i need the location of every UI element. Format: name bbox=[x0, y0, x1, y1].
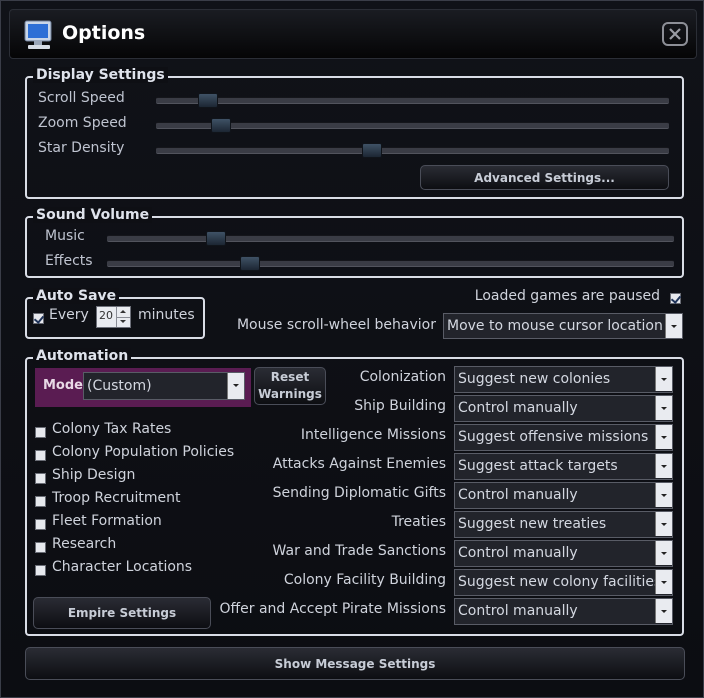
advanced-settings-button[interactable]: Advanced Settings... bbox=[420, 165, 669, 190]
intelligence-missions-label: Intelligence Missions bbox=[300, 427, 446, 443]
research-checkbox[interactable] bbox=[35, 542, 46, 553]
scroll-speed-thumb[interactable] bbox=[198, 93, 219, 108]
chevron-down-icon[interactable] bbox=[665, 314, 682, 338]
loaded-paused-label: Loaded games are paused bbox=[474, 288, 660, 304]
chevron-down-icon[interactable] bbox=[227, 373, 244, 399]
treaties-value: Suggest new treaties bbox=[458, 516, 607, 532]
war-trade-sanctions-value: Control manually bbox=[458, 545, 578, 561]
computer-icon bbox=[24, 20, 52, 49]
treaties-label: Treaties bbox=[391, 514, 446, 530]
colony-population-policies-label: Colony Population Policies bbox=[52, 444, 235, 460]
reset-warnings-line2: Warnings bbox=[258, 387, 322, 401]
colony-facility-building-select[interactable]: Suggest new colony facilities bbox=[454, 569, 673, 596]
treaties-select[interactable]: Suggest new treaties bbox=[454, 511, 673, 538]
auto-save-title: Auto Save bbox=[33, 288, 120, 304]
colony-facility-building-label: Colony Facility Building bbox=[283, 572, 446, 588]
window-title: Options bbox=[62, 22, 146, 44]
auto-save-every-label: Every bbox=[49, 307, 89, 323]
pirate-missions-label: Offer and Accept Pirate Missions bbox=[219, 601, 446, 617]
colony-tax-rates-checkbox[interactable] bbox=[35, 427, 46, 438]
music-thumb[interactable] bbox=[205, 231, 226, 246]
effects-slider[interactable] bbox=[107, 256, 674, 271]
minutes-label: minutes bbox=[138, 307, 195, 323]
chevron-down-icon[interactable] bbox=[655, 512, 672, 536]
close-button[interactable] bbox=[662, 22, 688, 46]
chevron-down-icon[interactable] bbox=[655, 570, 672, 594]
chevron-down-icon[interactable] bbox=[655, 425, 672, 449]
colonization-select[interactable]: Suggest new colonies bbox=[454, 366, 673, 393]
music-label: Music bbox=[45, 228, 85, 244]
diplomatic-gifts-value: Control manually bbox=[458, 487, 578, 503]
chevron-down-icon[interactable] bbox=[655, 541, 672, 565]
reset-warnings-button[interactable]: Reset Warnings bbox=[254, 367, 326, 405]
character-locations-label: Character Locations bbox=[52, 559, 193, 575]
star-density-slider[interactable] bbox=[156, 143, 669, 158]
chevron-down-icon[interactable] bbox=[655, 367, 672, 391]
chevron-down-icon[interactable] bbox=[655, 483, 672, 507]
chevron-down-icon[interactable] bbox=[655, 454, 672, 478]
diplomatic-gifts-select[interactable]: Control manually bbox=[454, 482, 673, 509]
ship-design-label: Ship Design bbox=[52, 467, 136, 483]
intelligence-missions-select[interactable]: Suggest offensive missions bbox=[454, 424, 673, 451]
pirate-missions-value: Control manually bbox=[458, 603, 578, 619]
colony-facility-building-value: Suggest new colony facilities bbox=[458, 574, 662, 590]
scroll-wheel-value: Move to mouse cursor location bbox=[447, 318, 663, 334]
colonization-value: Suggest new colonies bbox=[458, 371, 611, 387]
scroll-wheel-select[interactable]: Move to mouse cursor location bbox=[443, 313, 683, 339]
loaded-paused-checkbox[interactable] bbox=[670, 293, 681, 304]
mode-value: (Custom) bbox=[87, 378, 152, 394]
character-locations-checkbox[interactable] bbox=[35, 565, 46, 576]
automation-title: Automation bbox=[33, 348, 132, 364]
ship-building-label: Ship Building bbox=[354, 398, 446, 414]
star-density-thumb[interactable] bbox=[362, 143, 383, 158]
effects-label: Effects bbox=[45, 253, 93, 269]
show-message-settings-button[interactable]: Show Message Settings bbox=[25, 647, 685, 680]
ship-design-checkbox[interactable] bbox=[35, 473, 46, 484]
scroll-speed-slider[interactable] bbox=[156, 93, 669, 108]
display-settings-title: Display Settings bbox=[33, 67, 168, 83]
fleet-formation-label: Fleet Formation bbox=[52, 513, 162, 529]
chevron-down-icon[interactable] bbox=[655, 396, 672, 420]
colonization-label: Colonization bbox=[359, 369, 446, 385]
mode-select[interactable]: (Custom) bbox=[83, 372, 245, 400]
chevron-down-icon[interactable] bbox=[655, 599, 672, 623]
ship-building-select[interactable]: Control manually bbox=[454, 395, 673, 422]
attacks-against-enemies-value: Suggest attack targets bbox=[458, 458, 618, 474]
title-bar: Options bbox=[9, 9, 697, 59]
reset-warnings-line1: Reset bbox=[270, 370, 310, 384]
pirate-missions-select[interactable]: Control manually bbox=[454, 598, 673, 625]
colony-tax-rates-label: Colony Tax Rates bbox=[52, 421, 172, 437]
options-window: Options Display Settings Scroll Speed Zo… bbox=[0, 0, 704, 698]
fleet-formation-checkbox[interactable] bbox=[35, 519, 46, 530]
music-slider[interactable] bbox=[107, 231, 674, 246]
auto-save-checkbox[interactable] bbox=[33, 313, 44, 324]
attacks-against-enemies-select[interactable]: Suggest attack targets bbox=[454, 453, 673, 480]
research-label: Research bbox=[52, 536, 117, 552]
war-trade-sanctions-select[interactable]: Control manually bbox=[454, 540, 673, 567]
sound-volume-group: Sound Volume bbox=[25, 207, 684, 278]
scroll-speed-label: Scroll Speed bbox=[38, 90, 125, 106]
troop-recruitment-checkbox[interactable] bbox=[35, 496, 46, 507]
diplomatic-gifts-label: Sending Diplomatic Gifts bbox=[272, 485, 446, 501]
spin-down-icon[interactable] bbox=[116, 317, 130, 327]
empire-settings-button[interactable]: Empire Settings bbox=[33, 597, 211, 629]
star-density-label: Star Density bbox=[38, 140, 125, 156]
zoom-speed-thumb[interactable] bbox=[211, 118, 232, 133]
mode-label: Mode bbox=[43, 378, 83, 393]
zoom-speed-slider[interactable] bbox=[156, 118, 669, 133]
close-icon bbox=[669, 28, 681, 40]
troop-recruitment-label: Troop Recruitment bbox=[52, 490, 181, 506]
zoom-speed-label: Zoom Speed bbox=[38, 115, 127, 131]
attacks-against-enemies-label: Attacks Against Enemies bbox=[272, 456, 446, 472]
scroll-wheel-label: Mouse scroll-wheel behavior bbox=[236, 317, 436, 333]
effects-thumb[interactable] bbox=[239, 256, 260, 271]
minutes-spinner[interactable]: 20 bbox=[96, 306, 131, 328]
intelligence-missions-value: Suggest offensive missions bbox=[458, 429, 649, 445]
colony-population-policies-checkbox[interactable] bbox=[35, 450, 46, 461]
sound-volume-title: Sound Volume bbox=[33, 207, 153, 223]
ship-building-value: Control manually bbox=[458, 400, 578, 416]
minutes-value[interactable]: 20 bbox=[99, 309, 113, 322]
war-trade-sanctions-label: War and Trade Sanctions bbox=[272, 543, 446, 559]
mode-panel: Mode (Custom) bbox=[35, 368, 251, 407]
